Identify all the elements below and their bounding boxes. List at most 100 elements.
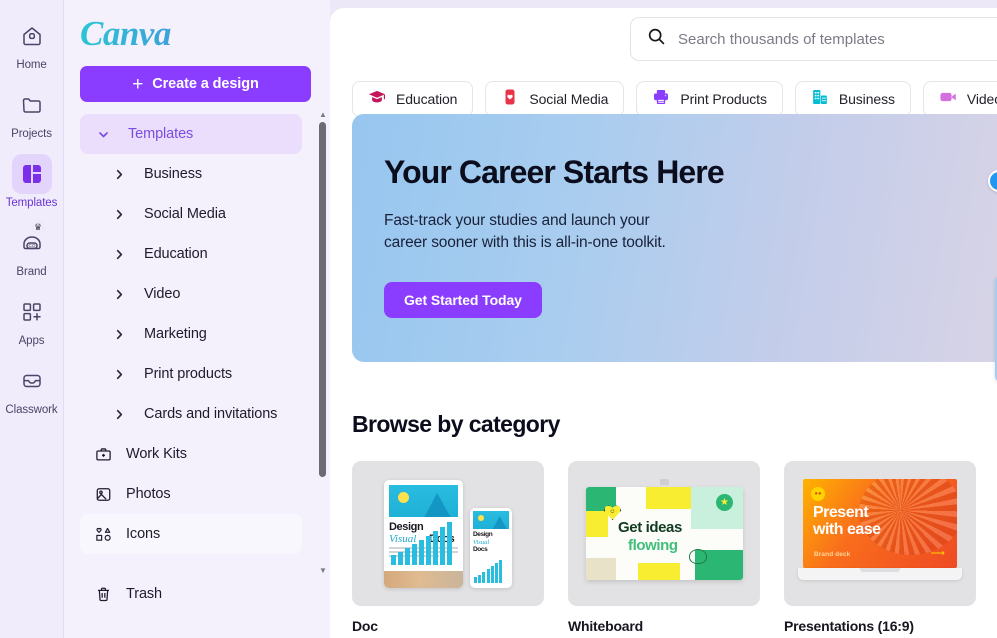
building-icon bbox=[811, 88, 829, 111]
sidebar-item-marketing[interactable]: Marketing bbox=[80, 314, 302, 354]
chip-business[interactable]: Business bbox=[794, 81, 911, 117]
yellow-block-2 bbox=[646, 487, 691, 509]
chip-print-products-label: Print Products bbox=[680, 91, 767, 107]
rail-label-projects: Projects bbox=[11, 128, 52, 140]
sidebar-item-marketing-label: Marketing bbox=[144, 326, 207, 342]
doc-title-line1-small: Design bbox=[473, 531, 493, 538]
rail-item-classwork[interactable]: Classwork bbox=[0, 361, 64, 416]
sidebar-item-photos-label: Photos bbox=[126, 486, 171, 502]
video-camera-icon bbox=[939, 88, 957, 111]
sun-shape-small bbox=[478, 515, 484, 521]
hero-title: Your Career Starts Here bbox=[384, 154, 725, 190]
slide-title-line2: with ease bbox=[813, 520, 881, 538]
whiteboard-photo-block bbox=[586, 558, 616, 580]
chip-social-media-label: Social Media bbox=[529, 91, 609, 107]
sidebar-item-work-kits[interactable]: Work Kits bbox=[80, 434, 302, 474]
rail-label-brand: Brand bbox=[16, 266, 47, 278]
laptop-screen: ●● Present with ease Brand deck ⟶ bbox=[803, 479, 957, 568]
sidebar-item-icons[interactable]: Icons bbox=[80, 514, 302, 554]
scroll-up-arrow[interactable]: ▲ bbox=[319, 110, 327, 119]
create-a-design-label: Create a design bbox=[152, 76, 259, 92]
sidebar-section-templates-label: Templates bbox=[128, 126, 194, 142]
mountain-shape-small bbox=[492, 516, 507, 529]
classwork-icon bbox=[12, 361, 52, 401]
chip-education[interactable]: Education bbox=[352, 81, 474, 117]
scroll-down-arrow[interactable]: ▼ bbox=[319, 566, 327, 575]
rail-item-apps[interactable]: Apps bbox=[0, 292, 64, 347]
rail-item-brand[interactable]: CO ♛ Brand bbox=[0, 220, 64, 278]
sidebar-section-templates[interactable]: Templates bbox=[80, 114, 302, 154]
category-card-presentations[interactable]: ●● Present with ease Brand deck ⟶ Presen… bbox=[784, 461, 976, 634]
doc-title-italic-small: Visual bbox=[473, 539, 490, 546]
crown-icon: ♛ bbox=[30, 220, 46, 235]
sidebar-item-video-label: Video bbox=[144, 286, 181, 302]
slide-title: Present with ease bbox=[813, 504, 881, 538]
sidebar-item-print-products[interactable]: Print products bbox=[80, 354, 302, 394]
slide-logo-dot: ●● bbox=[811, 487, 825, 501]
left-icon-rail: Home Projects Templates CO ♛ Brand Apps … bbox=[0, 0, 64, 638]
social-phone-icon bbox=[501, 88, 519, 111]
sidebar-item-photos[interactable]: Photos bbox=[80, 474, 302, 514]
category-card-grid: Design Visual Docs bbox=[352, 461, 976, 634]
sidebar-item-business-label: Business bbox=[144, 166, 203, 182]
rail-item-home[interactable]: Home bbox=[0, 16, 64, 71]
category-card-whiteboard[interactable]: ☺ ★ Get ideas flowing Whiteboard bbox=[568, 461, 760, 634]
mountain-shape bbox=[424, 493, 451, 517]
printer-icon bbox=[652, 88, 670, 111]
chevron-right-icon bbox=[108, 288, 130, 301]
sidebar-item-trash-label: Trash bbox=[126, 586, 163, 602]
search-input[interactable] bbox=[678, 30, 997, 48]
templates-icon bbox=[11, 154, 52, 194]
trash-icon bbox=[90, 586, 116, 603]
hero-subtitle: Fast-track your studies and launch your … bbox=[384, 210, 666, 255]
sidebar-item-education-label: Education bbox=[144, 246, 208, 262]
image-icon bbox=[90, 486, 116, 503]
canva-app-window: Home Projects Templates CO ♛ Brand Apps … bbox=[0, 0, 997, 638]
svg-text:CO: CO bbox=[28, 243, 35, 248]
sidebar-item-print-products-label: Print products bbox=[144, 366, 233, 382]
sidebar-item-education[interactable]: Education bbox=[80, 234, 302, 274]
sidebar-item-business[interactable]: Business bbox=[80, 154, 302, 194]
sidebar-item-cards-and-invitations-label: Cards and invitations bbox=[144, 406, 278, 422]
chip-print-products[interactable]: Print Products bbox=[636, 81, 783, 117]
sidebar-item-work-kits-label: Work Kits bbox=[126, 446, 187, 462]
rail-item-templates[interactable]: Templates bbox=[0, 154, 64, 209]
sun-shape bbox=[398, 492, 409, 503]
shapes-icon bbox=[90, 526, 116, 543]
doc-page-large: Design Visual Docs bbox=[384, 480, 463, 588]
hero-subtitle-line1: Fast-track your studies and launch your bbox=[384, 212, 650, 229]
scrollbar-thumb[interactable] bbox=[319, 122, 326, 477]
chevron-right-icon bbox=[108, 168, 130, 181]
whiteboard-text-line2: flowing bbox=[628, 537, 678, 554]
chevron-down-icon bbox=[92, 128, 114, 141]
yellow-block-1 bbox=[586, 511, 608, 537]
chevron-right-icon bbox=[108, 368, 130, 381]
rail-label-templates: Templates bbox=[5, 197, 58, 209]
sidebar-item-video[interactable]: Video bbox=[80, 274, 302, 314]
category-card-doc[interactable]: Design Visual Docs bbox=[352, 461, 544, 634]
hero-banner: Your Career Starts Here Fast-track your … bbox=[352, 114, 997, 382]
rail-label-classwork: Classwork bbox=[5, 404, 58, 416]
briefcase-icon bbox=[90, 446, 116, 463]
doc-thumbnail: Design Visual Docs bbox=[352, 461, 544, 606]
chip-video[interactable]: Video bbox=[922, 81, 997, 117]
sidebar-item-social-media[interactable]: Social Media bbox=[80, 194, 302, 234]
chip-social-media[interactable]: Social Media bbox=[485, 81, 625, 117]
doc-cover-image-small bbox=[473, 511, 509, 529]
canva-logo[interactable]: Canva bbox=[80, 16, 330, 51]
get-started-today-button[interactable]: Get Started Today bbox=[384, 282, 542, 318]
yellow-block-3 bbox=[638, 563, 680, 580]
doc-bar-chart-small bbox=[474, 560, 503, 583]
sidebar-scrollbar[interactable]: ▲ ▼ bbox=[317, 110, 329, 575]
rail-item-projects[interactable]: Projects bbox=[0, 85, 64, 140]
sidebar-item-social-media-label: Social Media bbox=[144, 206, 226, 222]
home-icon bbox=[12, 16, 52, 56]
sidebar-item-trash[interactable]: Trash bbox=[80, 574, 302, 614]
create-a-design-button[interactable]: + Create a design bbox=[80, 66, 311, 102]
whiteboard-canvas: ☺ ★ Get ideas flowing bbox=[586, 487, 743, 580]
sidebar-item-cards-and-invitations[interactable]: Cards and invitations bbox=[80, 394, 302, 434]
search-bar[interactable] bbox=[630, 17, 997, 61]
brand-icon: CO ♛ bbox=[12, 220, 52, 263]
doc-cover-image bbox=[389, 485, 458, 517]
browse-by-category-heading: Browse by category bbox=[352, 411, 560, 437]
